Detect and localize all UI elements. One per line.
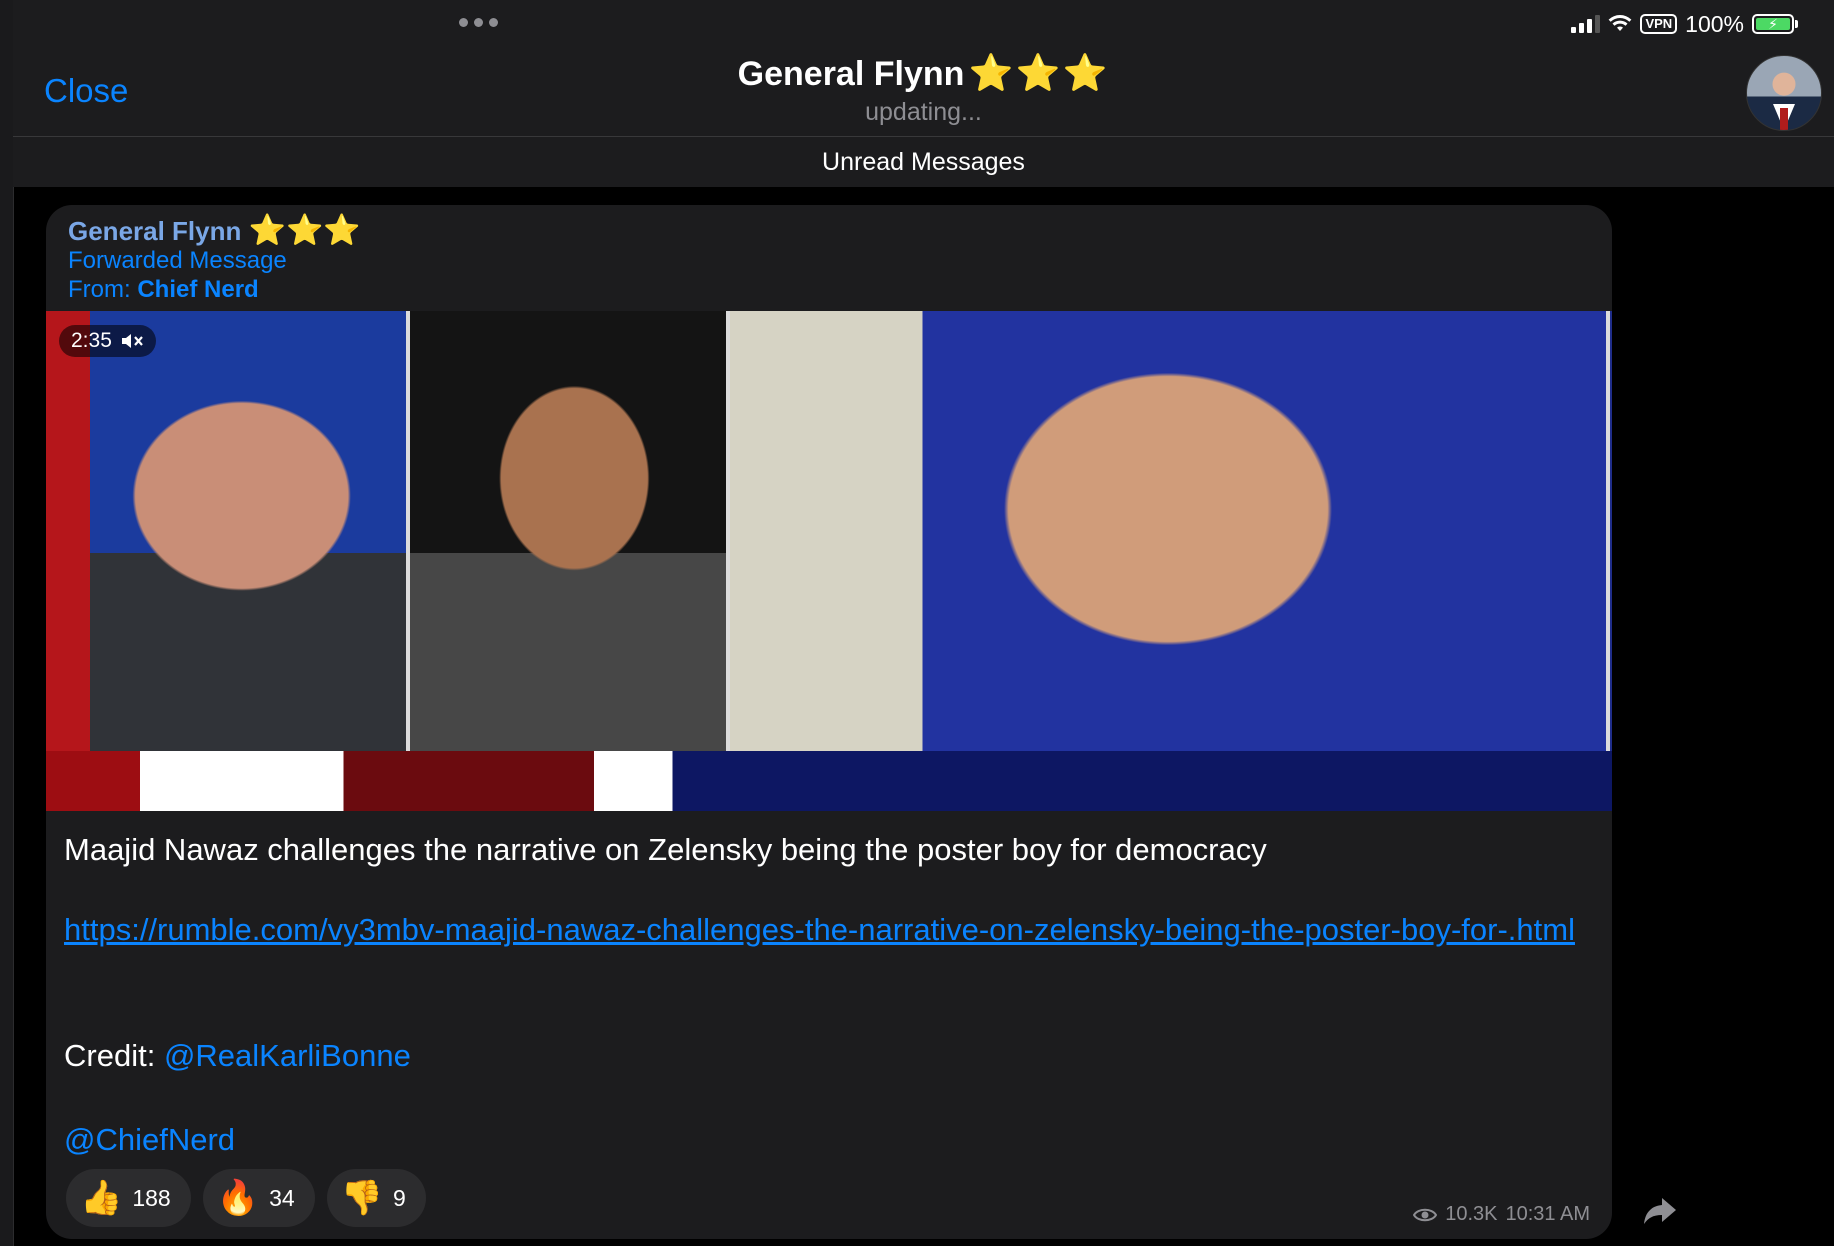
- view-count: 10.3K: [1445, 1203, 1498, 1225]
- cellular-signal-icon: [1571, 15, 1601, 33]
- title-stars: ⭐⭐⭐: [968, 52, 1110, 93]
- share-icon[interactable]: [1640, 1190, 1680, 1230]
- message-meta: 10.3K 10:31 AM: [1413, 1203, 1590, 1226]
- credit-label: Credit:: [64, 1038, 156, 1073]
- message-time: 10:31 AM: [1505, 1203, 1590, 1225]
- from-prefix: From:: [68, 276, 131, 303]
- reactions-row: 👍 188 🔥 34 👎 9: [66, 1169, 426, 1227]
- forwarded-from[interactable]: From: Chief Nerd: [68, 276, 259, 304]
- battery-percent: 100%: [1685, 10, 1744, 37]
- chat-title: General Flynn: [737, 55, 965, 93]
- vpn-badge: VPN: [1640, 14, 1678, 34]
- battery-charging-bolt-icon: ⚡: [1756, 17, 1790, 31]
- message-text: Maajid Nawaz challenges the narrative on…: [64, 832, 1267, 867]
- unread-messages-divider: Unread Messages: [13, 137, 1834, 187]
- avatar[interactable]: [1746, 55, 1822, 131]
- credit-mention[interactable]: @RealKarliBonne: [164, 1038, 411, 1073]
- multitasking-dots[interactable]: [459, 18, 498, 27]
- reaction-thumbs-down[interactable]: 👎 9: [326, 1169, 426, 1227]
- from-name[interactable]: Chief Nerd: [137, 276, 258, 303]
- speaker-muted-icon: [121, 334, 143, 348]
- message-bubble[interactable]: General Flynn ⭐⭐⭐ Forwarded Message From…: [46, 205, 1612, 1239]
- video-panel-right: [730, 311, 1610, 751]
- reaction-count: 34: [269, 1184, 295, 1211]
- chat-status: updating...: [865, 98, 982, 126]
- left-panel-edge: [0, 0, 14, 1246]
- reaction-count: 188: [132, 1184, 171, 1211]
- wifi-icon: [1609, 15, 1632, 31]
- video-duration: 2:35: [71, 329, 112, 352]
- video-panel-left: [90, 311, 410, 751]
- reaction-fire[interactable]: 🔥 34: [202, 1169, 315, 1227]
- sender-name: General Flynn: [68, 216, 242, 246]
- chat-header: VPN 100% ⚡ Close General Flynn ⭐⭐⭐ updat…: [13, 0, 1834, 137]
- status-bar: VPN 100% ⚡: [1571, 8, 1798, 40]
- reaction-count: 9: [393, 1184, 406, 1211]
- eye-icon: [1413, 1208, 1438, 1221]
- reaction-thumbs-up[interactable]: 👍 188: [66, 1169, 191, 1227]
- credit-line: Credit: @RealKarliBonne: [64, 1035, 411, 1077]
- message-link[interactable]: https://rumble.com/vy3mbv-maajid-nawaz-c…: [64, 909, 1594, 951]
- video-thumbnail[interactable]: 2:35: [46, 311, 1612, 811]
- message-sender[interactable]: General Flynn ⭐⭐⭐: [68, 213, 361, 248]
- thumbs-up-icon: 👍: [80, 1179, 123, 1217]
- chat-title-group[interactable]: General Flynn ⭐⭐⭐: [13, 52, 1834, 94]
- battery-icon: ⚡: [1752, 14, 1798, 34]
- fire-icon: 🔥: [216, 1179, 260, 1217]
- video-lower-third: [46, 751, 1612, 811]
- thumbs-down-icon: 👎: [340, 1179, 383, 1217]
- video-panel-middle: [410, 311, 730, 751]
- forwarded-label: Forwarded Message: [68, 247, 287, 274]
- sender-stars: ⭐⭐⭐: [248, 214, 361, 247]
- channel-mention[interactable]: @ChiefNerd: [64, 1119, 235, 1161]
- video-duration-badge[interactable]: 2:35: [59, 325, 156, 357]
